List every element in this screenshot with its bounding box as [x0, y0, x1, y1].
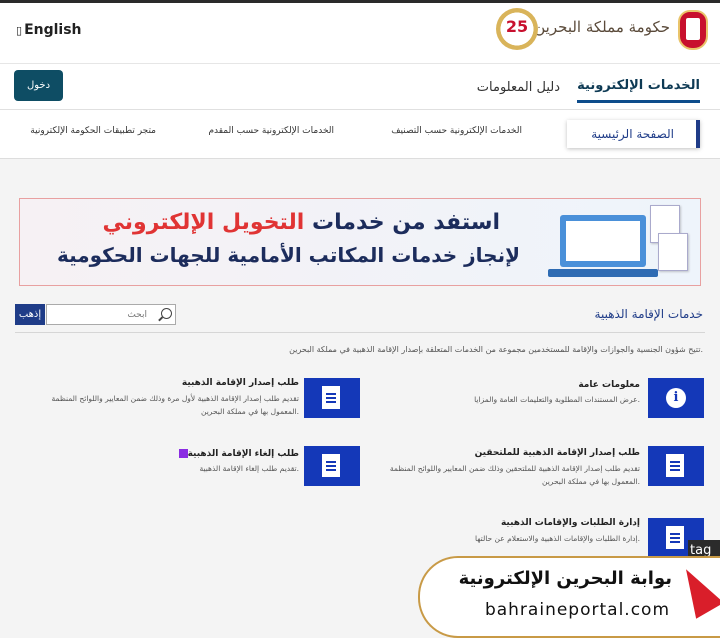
service-issue-title[interactable]: طلب إصدار الإقامة الذهبية	[182, 378, 299, 388]
banner-subline: لإنجاز خدمات المكاتب الأمامية للجهات الح…	[56, 243, 520, 267]
subnav-by-category[interactable]: الخدمات الإلكترونية حسب التصنيف	[391, 126, 522, 136]
anniversary-badge: 25	[496, 8, 538, 50]
tab-eservices[interactable]: الخدمات الإلكترونية	[577, 78, 700, 103]
banner-highlight: التخويل الإلكتروني	[102, 210, 305, 235]
service-manage-title[interactable]: إدارة الطلبات والإقامات الذهبية	[501, 518, 640, 528]
section-title: خدمات الإقامة الذهبية	[594, 307, 703, 321]
gov-title: حكومة مملكة البحرين	[534, 18, 670, 36]
banner-headline: استفد من خدمات التخويل الإلكتروني	[102, 210, 500, 235]
info-icon[interactable]: i	[648, 378, 704, 418]
service-manage-desc: إدارة الطلبات والإقامات الذهبية والاستعل…	[474, 534, 640, 543]
portal-name-en: bahraineportal.com	[484, 600, 670, 620]
search-icon[interactable]	[161, 308, 172, 319]
language-switch[interactable]: ▯ English	[16, 22, 82, 38]
portal-name-ar: بوابة البحرين الإلكترونية	[458, 568, 672, 589]
subnav-home[interactable]: الصفحة الرئيسية	[567, 120, 700, 148]
promo-banner[interactable]: استفد من خدمات التخويل الإلكتروني لإنجاز…	[19, 198, 701, 286]
document-icon[interactable]	[304, 446, 360, 486]
government-logo[interactable]: حكومة مملكة البحرين 25	[493, 8, 708, 54]
cursor-icon	[672, 561, 720, 619]
search-box	[46, 304, 176, 325]
document-icon[interactable]	[304, 378, 360, 418]
service-general-info-desc: عرض المستندات المطلوبة والتعليمات العامة…	[474, 395, 640, 404]
section-description: تتيح شؤون الجنسية والجوازات والإقامة للم…	[289, 345, 703, 354]
portal-watermark: بوابة البحرين الإلكترونية bahraineportal…	[418, 556, 720, 638]
login-button[interactable]: دخول	[14, 70, 63, 101]
language-label: English	[24, 22, 82, 38]
section-divider	[15, 332, 705, 333]
service-issue-desc: تقديم طلب إصدار الإقامة الذهبية لأول مرة…	[51, 394, 299, 416]
service-cancel-desc: تقديم طلب إلغاء الإقامة الذهبية.	[199, 464, 299, 473]
service-cancel-title[interactable]: طلب إلغاء الإقامة الذهبية	[175, 449, 299, 459]
bahrain-emblem-icon	[678, 10, 708, 50]
computer-illustration-icon	[548, 205, 688, 277]
document-icon[interactable]	[648, 446, 704, 486]
search-input[interactable]	[47, 305, 151, 324]
search-go-button[interactable]: إذهب	[15, 304, 45, 325]
subnav-app-store[interactable]: متجر تطبيقات الحكومة الإلكترونية	[30, 126, 156, 136]
subnav-by-provider[interactable]: الخدمات الإلكترونية حسب المقدم	[208, 126, 334, 136]
service-dependents-title[interactable]: طلب إصدار الإقامة الذهبية للملتحقين	[475, 448, 640, 458]
service-dependents-desc: تقديم طلب إصدار الإقامة الذهبية للملتحقي…	[389, 464, 640, 486]
service-general-info-title[interactable]: معلومات عامة	[578, 380, 640, 390]
tab-info-guide[interactable]: دليل المعلومات	[477, 80, 560, 95]
new-badge-icon	[178, 449, 188, 458]
globe-icon: ▯	[16, 24, 23, 37]
